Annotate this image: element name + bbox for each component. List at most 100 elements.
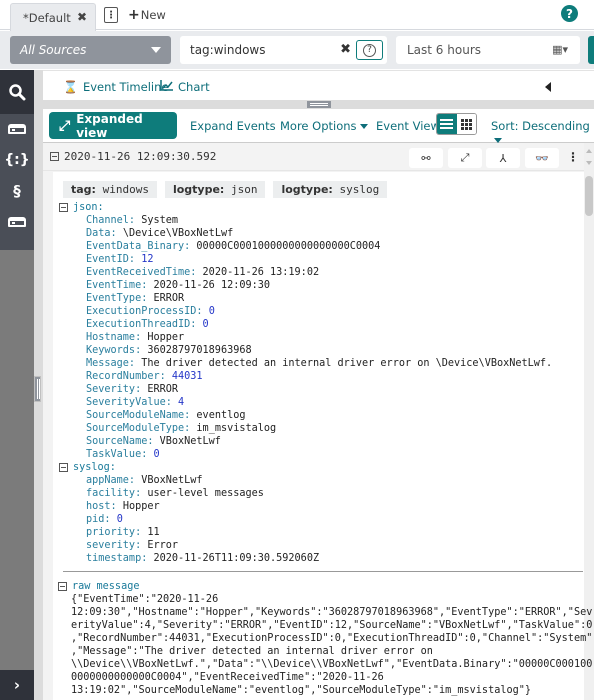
field-value: ERROR (147, 384, 179, 395)
field-row[interactable]: EventReceivedTime: 2020-11-26 13:19:02 (59, 266, 552, 279)
sidebar-resize-handle[interactable] (34, 376, 41, 402)
tag-badge[interactable]: logtype: syslog (273, 181, 388, 198)
field-row[interactable]: ExecutionThreadID: 0 (59, 318, 552, 331)
field-value: user-level messages (147, 488, 264, 499)
field-value: 0 (153, 449, 160, 460)
new-tab-label: New (140, 8, 166, 22)
field-row[interactable]: priority: 11 (59, 526, 552, 539)
grid-view-button[interactable] (456, 114, 476, 134)
line-chart-icon (160, 80, 173, 94)
raw-message-body: {"EventTime":"2020-11-26 12:09:30","Hostn… (58, 593, 593, 697)
field-key: SeverityValue: (86, 397, 172, 408)
binoculars-icon: 👓 (535, 151, 549, 165)
field-row[interactable]: TaskValue: 0 (59, 448, 552, 461)
field-row[interactable]: EventType: ERROR (59, 292, 552, 305)
expanded-view-button[interactable]: ⤢ Expanded view (49, 112, 177, 140)
json-section-header[interactable]: json: (59, 201, 552, 214)
query-input[interactable]: tag:windows ✖ ? (180, 36, 387, 64)
field-row[interactable]: Hostname: Hopper (59, 331, 552, 344)
collapse-icon[interactable] (59, 203, 68, 212)
expand-events-button[interactable]: Expand Events (190, 119, 276, 133)
field-row[interactable]: RecordNumber: 44031 (59, 370, 552, 383)
raw-line: erityValue":4,"Severity":"ERROR","EventI… (71, 620, 593, 631)
chart-button[interactable]: Chart (160, 80, 210, 94)
calendar-icon[interactable]: ▦▾ (552, 43, 568, 56)
splitter-handle[interactable] (307, 101, 331, 108)
collapse-icon[interactable] (58, 582, 67, 591)
view-bar: ⌛ Event Timeline Chart (43, 70, 594, 100)
search-button[interactable] (588, 36, 594, 64)
event-view-toggle (436, 113, 477, 135)
field-row[interactable]: ExecutionProcessID: 0 (59, 305, 552, 318)
new-tab-button[interactable]: +New (128, 7, 166, 23)
expand-event-button[interactable]: ⤢ (448, 148, 482, 168)
field-row[interactable]: Data: \Device\VBoxNetLwf (59, 227, 552, 240)
raw-message: raw message {"EventTime":"2020-11-26 12:0… (58, 580, 593, 697)
sidebar-expand-button[interactable]: › (0, 670, 34, 700)
tree-icon: ⅄ (499, 151, 507, 165)
scroll-thumb[interactable] (585, 176, 593, 216)
field-row[interactable]: Channel: System (59, 214, 552, 227)
drive-icon (8, 124, 26, 134)
field-row[interactable]: EventTime: 2020-11-26 12:09:30 (59, 279, 552, 292)
scroll-down-icon[interactable] (586, 161, 592, 165)
event-timeline-button[interactable]: ⌛ Event Timeline (63, 80, 168, 94)
field-row[interactable]: pid: 0 (59, 513, 552, 526)
more-options-dropdown[interactable]: More Options (280, 119, 368, 133)
field-value: 12 (141, 254, 154, 265)
field-key: Channel: (86, 215, 136, 226)
help-icon[interactable]: ? (561, 5, 578, 22)
field-row[interactable]: severity: Error (59, 539, 552, 552)
tab-menu-button[interactable]: ⋮ (104, 7, 118, 23)
sidebar-item-search[interactable] (0, 70, 34, 114)
field-key: EventData_Binary: (86, 241, 191, 252)
permalink-button[interactable]: ⚯ (409, 148, 443, 168)
find-similar-button[interactable]: 👓 (525, 148, 559, 168)
hourglass-icon: ⌛ (63, 80, 78, 94)
collapse-icon[interactable] (59, 463, 68, 472)
event-timestamp[interactable]: 2020-11-26 12:09:30.592 (50, 150, 216, 163)
source-selector[interactable]: All Sources (10, 36, 171, 64)
raw-message-header[interactable]: raw message (58, 580, 584, 593)
field-row[interactable]: EventData_Binary: 00000C0001000000000000… (59, 240, 552, 253)
field-value: 2020-11-26 13:19:02 (202, 267, 320, 278)
clear-icon[interactable]: ✖ (340, 42, 351, 57)
trace-button[interactable]: ⅄ (486, 148, 520, 168)
field-row[interactable]: SourceName: VBoxNetLwf (59, 435, 552, 448)
query-help-button[interactable]: ? (356, 40, 383, 60)
sidebar-item-sources[interactable] (0, 114, 34, 144)
field-row[interactable]: Keywords: 36028797018963968 (59, 344, 552, 357)
raw-message-label: raw message (72, 581, 140, 592)
field-row[interactable]: SeverityValue: 4 (59, 396, 552, 409)
collapse-panel-icon[interactable] (545, 82, 551, 92)
tag-badge[interactable]: tag: windows (63, 181, 157, 198)
syslog-section-header[interactable]: syslog: (59, 461, 552, 474)
scroll-up-icon[interactable] (586, 149, 592, 153)
time-range-picker[interactable]: Last 6 hours ▦▾ (396, 36, 580, 64)
tag-badge[interactable]: logtype: json (164, 181, 266, 198)
braces-icon: {:} (4, 152, 30, 168)
tab-default[interactable]: *Default ✖ (10, 3, 96, 31)
event-field-tree: json: Channel: System Data: \Device\VBoxN… (59, 201, 552, 565)
list-view-button[interactable] (437, 114, 457, 134)
field-row[interactable]: facility: user-level messages (59, 487, 552, 500)
field-row[interactable]: appName: VBoxNetLwf (59, 474, 552, 487)
chart-label: Chart (178, 80, 210, 94)
field-row[interactable]: EventID: 12 (59, 253, 552, 266)
divider (63, 571, 583, 572)
sidebar-item-scripts[interactable]: § (0, 176, 34, 206)
field-key: EventType: (86, 293, 148, 304)
sidebar-item-parsers[interactable]: {:} (0, 145, 34, 175)
field-row[interactable]: SourceModuleType: im_msvistalog (59, 422, 552, 435)
sidebar-item-storage[interactable] (0, 207, 34, 237)
field-row[interactable]: timestamp: 2020-11-26T11:09:30.592060Z (59, 552, 552, 565)
field-row[interactable]: Severity: ERROR (59, 383, 552, 396)
event-more-button[interactable]: ⋮ (567, 150, 579, 164)
field-row[interactable]: host: Hopper (59, 500, 552, 513)
field-row[interactable]: Message: The driver detected an internal… (59, 357, 552, 370)
field-row[interactable]: SourceModuleName: eventlog (59, 409, 552, 422)
close-icon[interactable]: ✖ (77, 10, 87, 24)
raw-line: 12:09:30","Hostname":"Hopper","Keywords"… (71, 607, 593, 618)
collapse-icon[interactable] (50, 152, 59, 161)
plus-icon: + (128, 7, 140, 23)
